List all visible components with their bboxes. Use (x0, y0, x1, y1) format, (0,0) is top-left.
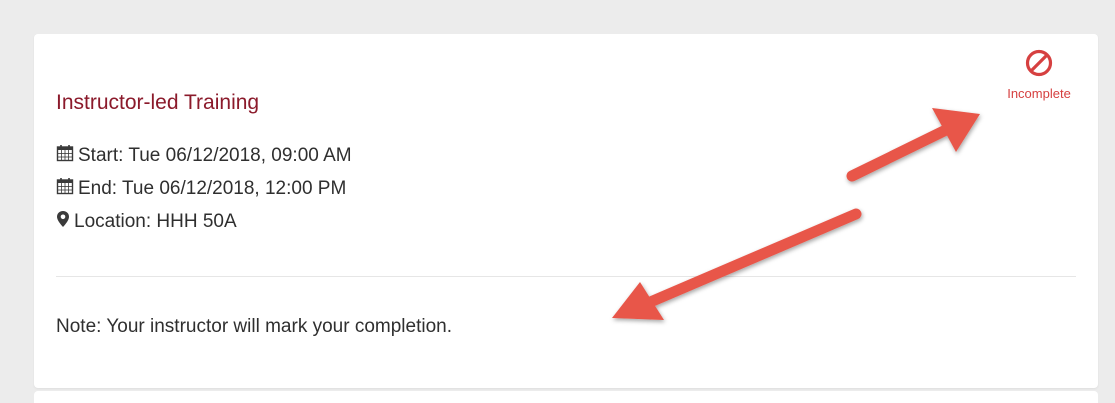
map-marker-icon (56, 210, 70, 234)
next-card-edge (34, 391, 1098, 403)
end-datetime: End: Tue 06/12/2018, 12:00 PM (56, 177, 346, 201)
calendar-icon (56, 177, 74, 201)
start-text: Start: Tue 06/12/2018, 09:00 AM (78, 145, 352, 166)
training-card: Instructor-led Training Start: Tue 06/12… (34, 34, 1098, 388)
status-label: Incomplete (1007, 86, 1071, 101)
page: Instructor-led Training Start: Tue 06/12… (0, 0, 1115, 403)
prohibited-icon (984, 48, 1094, 83)
training-title[interactable]: Instructor-led Training (56, 91, 259, 115)
start-datetime: Start: Tue 06/12/2018, 09:00 AM (56, 144, 352, 168)
end-text: End: Tue 06/12/2018, 12:00 PM (78, 178, 347, 199)
status-badge: Incomplete (984, 48, 1094, 101)
completion-note: Note: Your instructor will mark your com… (56, 316, 452, 337)
divider (56, 276, 1076, 277)
location-text: Location: HHH 50A (74, 211, 237, 232)
calendar-icon (56, 144, 74, 168)
location: Location: HHH 50A (56, 210, 237, 234)
